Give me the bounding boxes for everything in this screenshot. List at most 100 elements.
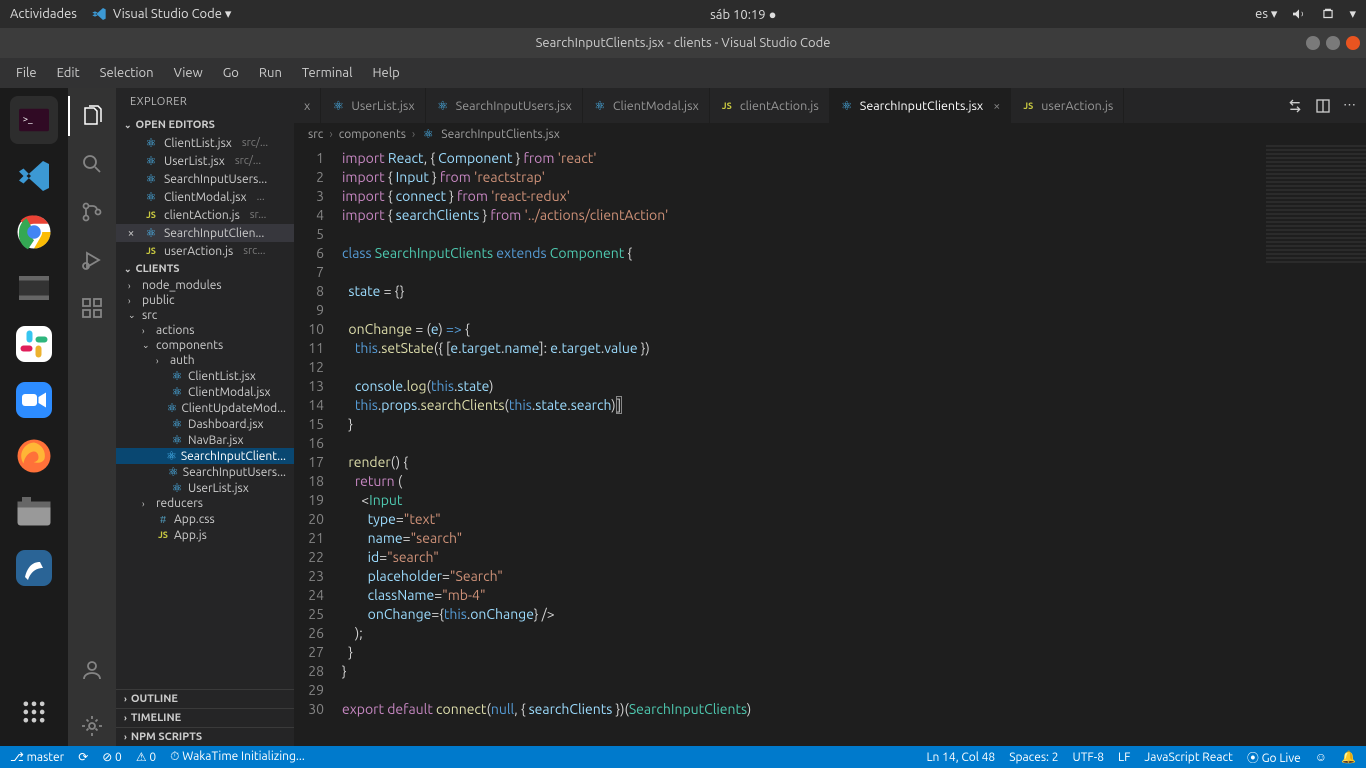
dock-chrome[interactable] [10, 208, 58, 256]
breadcrumb[interactable]: src› components› ⚛ SearchInputClients.js… [294, 123, 1366, 145]
menu-file[interactable]: File [8, 62, 45, 84]
minimap[interactable] [1266, 145, 1366, 746]
status-wakatime[interactable]: ⏱ WakaTime Initializing... [170, 750, 305, 764]
open-editor-item[interactable]: JSuserAction.jssrc... [116, 242, 294, 260]
editor-tab[interactable]: ⚛SearchInputClients.jsx× [830, 88, 1012, 123]
tree-item[interactable]: ›public [116, 293, 294, 308]
menu-selection[interactable]: Selection [92, 62, 162, 84]
activity-debug[interactable] [68, 240, 116, 280]
activity-explorer[interactable] [68, 96, 116, 136]
tree-item[interactable]: ›auth [116, 353, 294, 368]
window-title: SearchInputClients.jsx - clients - Visua… [536, 36, 831, 50]
activity-accounts[interactable] [68, 650, 116, 690]
dock-vscode[interactable] [10, 152, 58, 200]
close-icon[interactable]: × [124, 227, 138, 240]
open-editor-item[interactable]: ⚛ClientModal.jsx... [116, 188, 294, 206]
dock-slack[interactable] [10, 320, 58, 368]
window-maximize-button[interactable] [1326, 36, 1340, 50]
outline-header[interactable]: ›OUTLINE [116, 689, 294, 708]
react-icon: ⚛ [166, 449, 177, 463]
editor-tab[interactable]: x [294, 88, 321, 123]
status-lncol[interactable]: Ln 14, Col 48 [926, 751, 995, 764]
editor-tab[interactable]: ⚛ClientModal.jsx [583, 88, 710, 123]
activity-extensions[interactable] [68, 288, 116, 328]
menu-go[interactable]: Go [215, 62, 247, 84]
sidebar-title: EXPLORER [116, 88, 294, 116]
menu-terminal[interactable]: Terminal [294, 62, 361, 84]
open-editor-item[interactable]: ⚛UserList.jsxsrc/... [116, 152, 294, 170]
open-editor-item[interactable]: ⚛ClientList.jsxsrc/... [116, 134, 294, 152]
lang-indicator[interactable]: es ▾ [1255, 7, 1277, 22]
timeline-header[interactable]: ›TIMELINE [116, 708, 294, 727]
npm-scripts-header[interactable]: ›NPM SCRIPTS [116, 727, 294, 746]
dock-mysql[interactable] [10, 544, 58, 592]
menu-run[interactable]: Run [251, 62, 290, 84]
editor-tab[interactable]: JSuserAction.js [1011, 88, 1124, 123]
battery-icon[interactable] [1321, 6, 1335, 22]
open-editor-item[interactable]: ×⚛SearchInputClien... [116, 224, 294, 242]
menu-edit[interactable]: Edit [49, 62, 88, 84]
dock-terminal[interactable]: >_ [10, 96, 58, 144]
status-bell-icon[interactable]: 🔔 [1341, 750, 1356, 764]
tree-item[interactable]: ⚛UserList.jsx [116, 480, 294, 496]
status-encoding[interactable]: UTF-8 [1073, 751, 1104, 764]
activity-search[interactable] [68, 144, 116, 184]
tree-item[interactable]: JSApp.js [116, 527, 294, 543]
tree-item[interactable]: ›node_modules [116, 278, 294, 293]
status-errors[interactable]: ⊘ 0 [102, 750, 122, 764]
menu-view[interactable]: View [166, 62, 211, 84]
dock-show-apps[interactable] [10, 688, 58, 736]
tree-item[interactable]: ⚛ClientList.jsx [116, 368, 294, 384]
menu-help[interactable]: Help [364, 62, 407, 84]
tree-item[interactable]: ⚛NavBar.jsx [116, 432, 294, 448]
app-indicator[interactable]: Visual Studio Code ▾ [91, 6, 232, 22]
tree-item[interactable]: ⚛SearchInputUsers... [116, 464, 294, 480]
status-branch[interactable]: ⎇ master [10, 750, 64, 764]
clock[interactable]: sáb 10:19 ● [231, 7, 1255, 22]
more-icon[interactable]: ⋯ [1343, 98, 1356, 113]
tree-item[interactable]: ⚛ClientModal.jsx [116, 384, 294, 400]
gnome-top-bar: Actividades Visual Studio Code ▾ sáb 10:… [0, 0, 1366, 28]
editor-tab[interactable]: ⚛SearchInputUsers.jsx [426, 88, 583, 123]
status-spaces[interactable]: Spaces: 2 [1009, 751, 1058, 764]
js-icon: JS [144, 244, 158, 258]
dock-firefox[interactable] [10, 432, 58, 480]
react-icon: ⚛ [170, 385, 184, 399]
window-minimize-button[interactable] [1306, 36, 1320, 50]
power-icon[interactable]: ▾ [1349, 7, 1356, 22]
dock-zoom[interactable] [10, 376, 58, 424]
editor-tab[interactable]: JSclientAction.js [710, 88, 830, 123]
compare-icon[interactable] [1287, 98, 1303, 114]
volume-icon[interactable] [1291, 6, 1307, 22]
editor-area: x⚛UserList.jsx⚛SearchInputUsers.jsx⚛Clie… [294, 88, 1366, 746]
status-lang[interactable]: JavaScript React [1144, 751, 1232, 764]
tree-item[interactable]: ›reducers [116, 496, 294, 511]
status-eol[interactable]: LF [1118, 751, 1130, 764]
project-header[interactable]: ⌄CLIENTS [116, 260, 294, 278]
code-editor[interactable]: 1234567891011121314151617181920212223242… [294, 145, 1366, 746]
status-golive[interactable]: ⦿ Go Live [1247, 749, 1301, 766]
status-sync[interactable]: ⟳ [78, 750, 88, 764]
dock-files[interactable] [10, 488, 58, 536]
close-icon[interactable]: × [993, 99, 1000, 113]
tree-item[interactable]: ⚛SearchInputClient... [116, 448, 294, 464]
tree-item[interactable]: ⌄components [116, 338, 294, 353]
activity-settings[interactable] [68, 706, 116, 746]
tree-item[interactable]: ⚛ClientUpdateMod... [116, 400, 294, 416]
activity-scm[interactable] [68, 192, 116, 232]
tree-item[interactable]: ›actions [116, 323, 294, 338]
open-editor-item[interactable]: JSclientAction.jssr... [116, 206, 294, 224]
code-content[interactable]: import React, { Component } from 'react'… [342, 145, 1266, 746]
tree-item[interactable]: ⚛Dashboard.jsx [116, 416, 294, 432]
activities-button[interactable]: Actividades [10, 7, 77, 21]
open-editors-header[interactable]: ⌄OPEN EDITORS [116, 116, 294, 134]
split-icon[interactable] [1315, 98, 1331, 114]
open-editor-item[interactable]: ⚛SearchInputUsers... [116, 170, 294, 188]
editor-tab[interactable]: ⚛UserList.jsx [321, 88, 425, 123]
window-close-button[interactable] [1346, 36, 1360, 50]
status-feedback-icon[interactable]: ☺ [1315, 750, 1327, 764]
tree-item[interactable]: #App.css [116, 511, 294, 527]
status-warnings[interactable]: ⚠ 0 [136, 750, 156, 764]
tree-item[interactable]: ⌄src [116, 308, 294, 323]
dock-openshot[interactable] [10, 264, 58, 312]
